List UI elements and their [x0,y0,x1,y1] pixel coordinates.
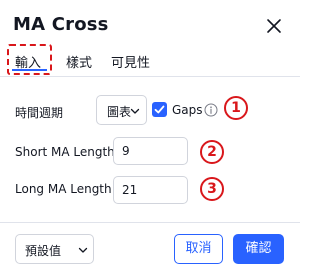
callout-3: 3 [200,177,224,201]
short-ma-label: Short MA Length [15,145,115,159]
gaps-label: Gaps [172,103,203,117]
short-ma-input[interactable] [113,137,188,165]
indicator-settings-dialog: MA Cross 輸入 樣式 可見性 時間週期 圖表 Gaps 1 Short [0,0,300,275]
long-ma-input[interactable] [113,176,188,204]
tabs-divider [0,76,300,77]
defaults-dropdown[interactable]: 預設值 [15,234,94,264]
timeframe-label: 時間週期 [15,106,64,120]
cancel-button[interactable]: 取消 [174,234,223,264]
timeframe-value: 圖表 [107,105,132,119]
long-ma-label: Long MA Length [15,182,112,196]
checkmark-icon [154,105,165,114]
tab-visibility[interactable]: 可見性 [111,52,150,71]
defaults-label: 預設值 [25,244,62,258]
tab-style[interactable]: 樣式 [66,52,92,71]
callout-2: 2 [200,140,224,164]
gaps-checkbox[interactable] [152,102,167,117]
ok-button[interactable]: 確認 [233,234,284,264]
active-tab-indicator [12,69,47,71]
footer-divider [0,222,300,223]
info-icon[interactable] [204,102,218,117]
dialog-title: MA Cross [13,14,109,35]
callout-1: 1 [224,96,248,120]
timeframe-select[interactable]: 圖表 [96,95,147,125]
chevron-down-icon [77,244,89,259]
chevron-down-icon [129,105,141,117]
close-icon[interactable] [264,16,284,36]
